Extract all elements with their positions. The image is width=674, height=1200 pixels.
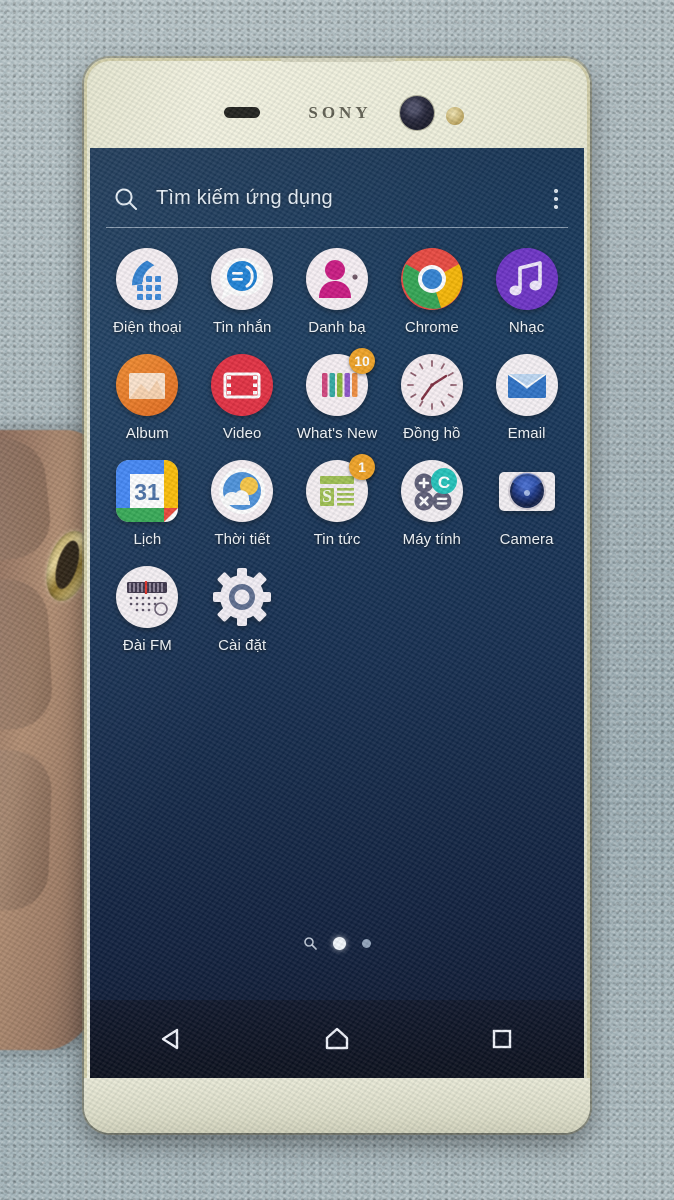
app-search-bar[interactable]: Tìm kiếm ứng dụng	[106, 170, 568, 228]
app-label: Máy tính	[402, 531, 461, 548]
page-dot-active[interactable]	[333, 936, 346, 950]
finger	[0, 577, 54, 733]
app-icon-chrome[interactable]: Chrome	[384, 248, 479, 336]
app-grid: Điện thoại Tin nhắn Danh bạ Chrome Nhạc …	[100, 248, 574, 654]
search-icon	[112, 185, 140, 213]
app-icon-messaging[interactable]: Tin nhắn	[195, 248, 290, 336]
app-icon-clock[interactable]: Đồng hồ	[384, 354, 479, 442]
scene: SONY Tìm kiếm ứng dụng Điện thoại Tin nh…	[0, 0, 674, 1200]
app-icon-calculator[interactable]: C Máy tính	[384, 460, 479, 548]
app-label: Video	[222, 425, 262, 442]
notification-badge: 10	[348, 348, 375, 374]
weather-icon	[211, 460, 274, 522]
app-label: What's New	[296, 425, 378, 442]
app-icon-news[interactable]: S 1 Tin tức	[290, 454, 385, 548]
app-icon-video[interactable]: Video	[195, 354, 290, 442]
back-button[interactable]	[145, 1017, 199, 1061]
svg-text:S: S	[322, 486, 332, 506]
svg-text:31: 31	[135, 479, 161, 505]
app-icon-music[interactable]: Nhạc	[479, 248, 574, 336]
sony-logo: SONY	[308, 103, 372, 122]
calendar-icon: 31	[116, 460, 179, 522]
camera-icon	[496, 460, 558, 522]
front-camera	[400, 96, 434, 130]
app-label: Danh bạ	[308, 319, 366, 336]
calculator-icon: C	[400, 460, 463, 522]
app-label: Cài đặt	[218, 637, 267, 654]
app-icon-camera[interactable]: Camera	[479, 460, 574, 548]
chrome-icon	[400, 248, 463, 310]
app-icon-fm-radio[interactable]: Đài FM	[100, 566, 195, 654]
app-label: Lịch	[133, 531, 162, 548]
album-icon	[116, 354, 179, 416]
app-icon-phone[interactable]: Điện thoại	[100, 248, 195, 336]
app-icon-email[interactable]: Email	[479, 354, 574, 442]
app-icon-contacts[interactable]: Danh bạ	[290, 248, 385, 336]
app-icon-whats-new[interactable]: 10 What's New	[290, 348, 385, 442]
app-label: Điện thoại	[113, 319, 182, 336]
app-label: Thời tiết	[214, 531, 271, 548]
phone-screen: Tìm kiếm ứng dụng Điện thoại Tin nhắn Da…	[90, 148, 584, 1078]
front-flash	[446, 107, 464, 125]
clock-icon	[400, 354, 463, 416]
app-icon-album[interactable]: Album	[100, 354, 195, 442]
music-icon	[495, 248, 558, 310]
email-icon	[495, 354, 558, 416]
contacts-icon	[305, 248, 368, 310]
svg-text:C: C	[438, 473, 450, 492]
app-label: Tin nhắn	[212, 319, 272, 336]
settings-gear-icon	[211, 566, 273, 628]
page-dot[interactable]	[362, 938, 371, 948]
app-label: Chrome	[404, 319, 459, 336]
app-label: Nhạc	[508, 319, 545, 336]
navigation-bar	[90, 1000, 584, 1078]
app-label: Camera	[499, 531, 554, 548]
phone-device: SONY Tìm kiếm ứng dụng Điện thoại Tin nh…	[84, 58, 590, 1133]
phone-icon	[116, 248, 179, 310]
finger	[0, 435, 55, 565]
search-icon[interactable]	[303, 936, 317, 950]
app-icon-calendar[interactable]: 31 Lịch	[100, 460, 195, 548]
messaging-icon	[211, 248, 274, 310]
app-label: Tin tức	[313, 531, 361, 548]
news-icon: S 1	[305, 454, 375, 522]
app-label: Đồng hồ	[403, 425, 461, 442]
search-input[interactable]: Tìm kiếm ứng dụng	[156, 187, 333, 210]
app-label: Album	[125, 425, 169, 442]
finger	[0, 748, 53, 912]
home-button[interactable]	[310, 1017, 364, 1061]
app-label: Email	[507, 425, 546, 442]
top-bezel: SONY	[84, 58, 590, 148]
whats-new-icon: 10	[305, 348, 375, 416]
earpiece-speaker	[224, 107, 260, 118]
fm-radio-icon	[116, 566, 179, 628]
app-icon-weather[interactable]: Thời tiết	[195, 460, 290, 548]
bottom-bezel	[84, 1078, 590, 1133]
top-slot	[280, 58, 396, 62]
video-icon	[211, 354, 274, 416]
app-label: Đài FM	[122, 637, 172, 654]
app-icon-settings[interactable]: Cài đặt	[195, 566, 290, 654]
notification-badge: 1	[348, 454, 375, 480]
more-vertical-icon[interactable]	[554, 188, 558, 209]
page-indicator	[90, 936, 584, 950]
recents-button[interactable]	[475, 1017, 529, 1061]
